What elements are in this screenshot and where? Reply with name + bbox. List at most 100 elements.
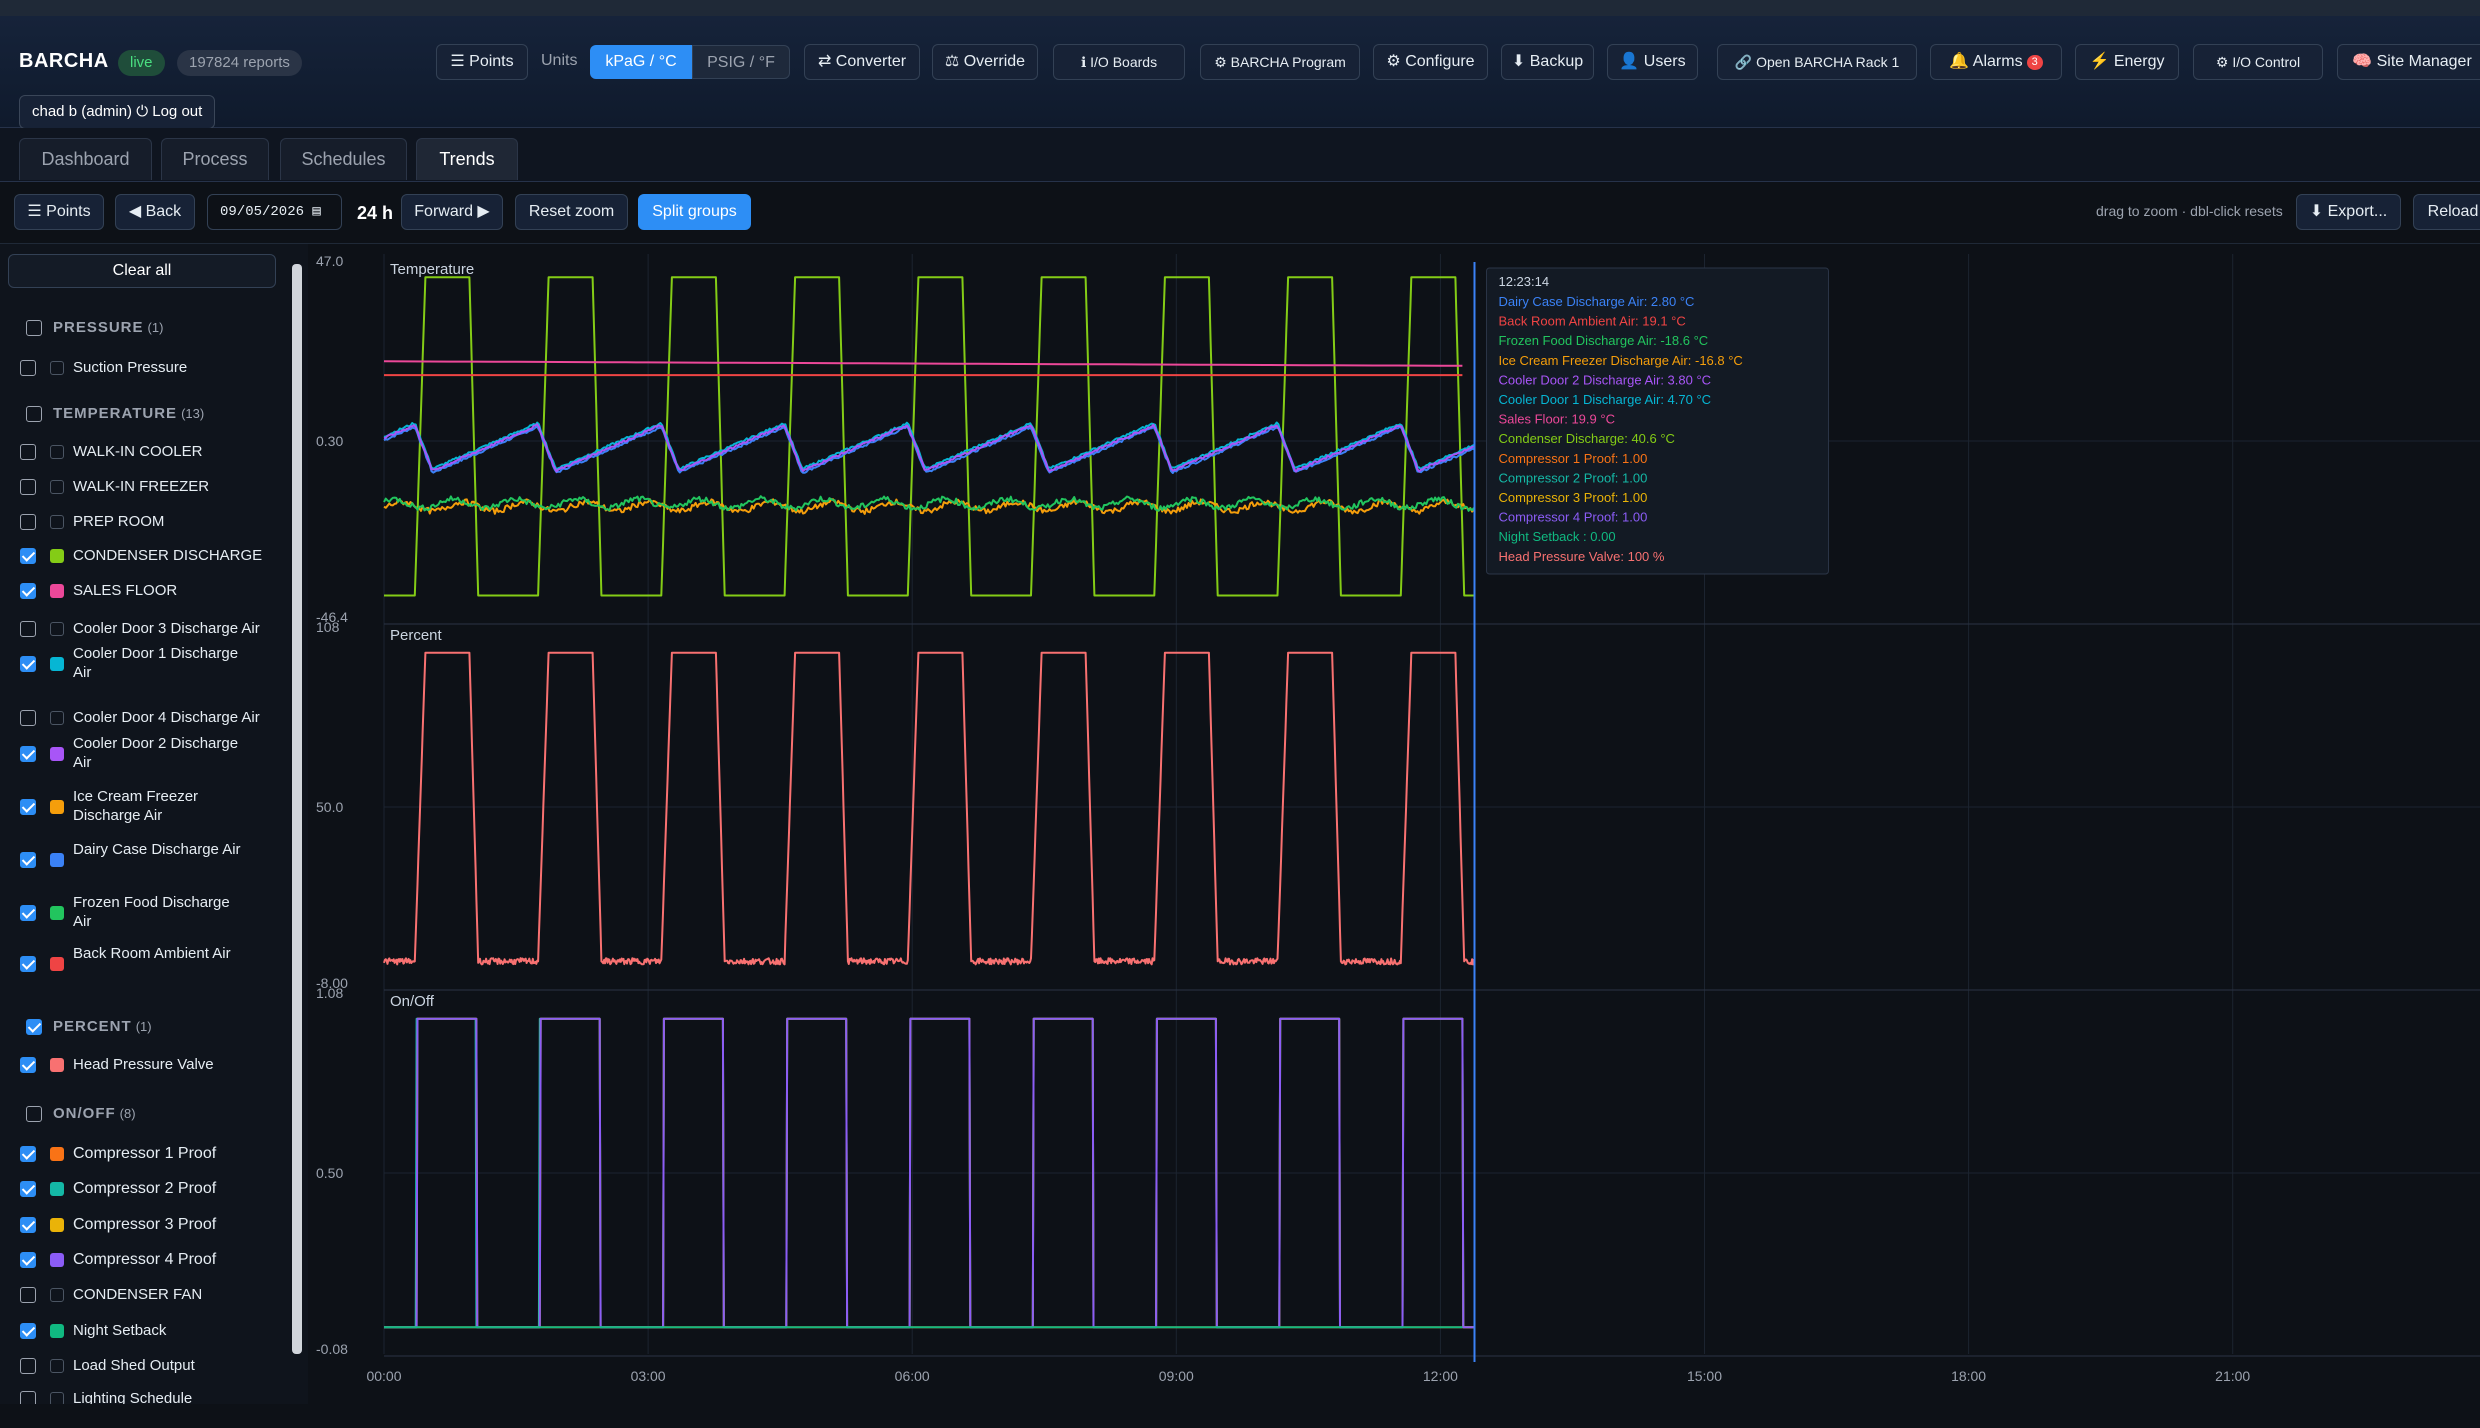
point-label: Ice Cream Freezer Discharge Air	[73, 788, 199, 824]
group-checkbox[interactable]	[26, 1106, 42, 1122]
point-label: CONDENSER FAN	[73, 1286, 203, 1303]
override-button[interactable]: ⚖ Override	[932, 44, 1038, 80]
point-label: Compressor 1 Proof	[73, 1145, 217, 1162]
units-kpag-toggle[interactable]: kPaG / °C	[590, 45, 692, 79]
panel-title: On/Off	[390, 993, 435, 1010]
scrollbar-thumb[interactable]	[292, 264, 302, 1354]
energy-button[interactable]: ⚡ Energy	[2075, 44, 2179, 80]
tab-schedules[interactable]: Schedules	[280, 138, 407, 180]
date-input[interactable]: 09/05/2026 ▤	[207, 194, 342, 230]
forward-button[interactable]: Forward ▶	[401, 194, 503, 230]
point-checkbox[interactable]	[20, 1391, 36, 1404]
converter-button[interactable]: ⇄ Converter	[804, 44, 920, 80]
tab-process[interactable]: Process	[161, 138, 269, 180]
point-checkbox[interactable]	[20, 905, 36, 921]
split-groups-button[interactable]: Split groups	[638, 194, 751, 230]
barcha-program-button[interactable]: ⚙ BARCHA Program	[1200, 44, 1360, 80]
point-label: Cooler Door 3 Discharge Air	[73, 620, 260, 637]
point-checkbox[interactable]	[20, 1323, 36, 1339]
clear-all-button[interactable]: Clear all	[8, 254, 276, 288]
series-color-swatch	[50, 480, 64, 494]
tooltip-row: Back Room Ambient Air: 19.1 °C	[1498, 314, 1685, 329]
point-label: Compressor 2 Proof	[73, 1180, 217, 1197]
point-checkbox[interactable]	[20, 799, 36, 815]
io-control-button[interactable]: ⚙ I/O Control	[2193, 44, 2323, 80]
point-checkbox[interactable]	[20, 514, 36, 530]
points-button[interactable]: ☰ Points	[436, 44, 528, 80]
x-tick-label: 12:00	[1423, 1368, 1458, 1384]
tooltip-row: Compressor 4 Proof: 1.00	[1498, 510, 1647, 525]
series-color-swatch	[50, 1288, 64, 1302]
point-checkbox[interactable]	[20, 656, 36, 672]
series-color-swatch	[50, 957, 64, 971]
export-button[interactable]: ⬇ Export...	[2296, 194, 2401, 230]
group-name: TEMPERATURE	[53, 405, 178, 422]
point-checkbox[interactable]	[20, 1217, 36, 1233]
point-label: Head Pressure Valve	[73, 1056, 214, 1073]
group-checkbox[interactable]	[26, 320, 42, 336]
point-checkbox[interactable]	[20, 746, 36, 762]
y-tick-label: 108	[316, 619, 340, 635]
reload-button[interactable]: Reload	[2413, 194, 2480, 230]
tooltip-row: Night Setback : 0.00	[1498, 529, 1615, 544]
point-label: Cooler Door 1 Discharge Air	[73, 645, 239, 681]
y-tick-label: 47.0	[316, 253, 343, 269]
series-color-swatch	[50, 1058, 64, 1072]
site-manager-button[interactable]: 🧠 Site Manager	[2337, 44, 2480, 80]
point-label: CONDENSER DISCHARGE	[73, 547, 263, 564]
x-tick-label: 00:00	[366, 1368, 401, 1384]
point-checkbox[interactable]	[20, 621, 36, 637]
backup-button[interactable]: ⬇ Backup	[1501, 44, 1594, 80]
group-name: ON/OFF	[53, 1105, 116, 1122]
point-checkbox[interactable]	[20, 444, 36, 460]
point-checkbox[interactable]	[20, 548, 36, 564]
point-checkbox[interactable]	[20, 1287, 36, 1303]
group-checkbox[interactable]	[26, 406, 42, 422]
trend-chart[interactable]: 00:00 03:00 06:00 09:00 12:00 15:00 18:00 21:00…	[308, 244, 2480, 1404]
group-checkbox[interactable]	[26, 1019, 42, 1035]
point-checkbox[interactable]	[20, 1146, 36, 1162]
point-label: Cooler Door 2 Discharge Air	[73, 735, 239, 771]
back-button[interactable]: ◀ Back	[115, 194, 195, 230]
series-color-swatch	[50, 1392, 64, 1404]
app-title: BARCHA	[19, 50, 109, 72]
units-psig-toggle[interactable]: PSIG / °F	[692, 45, 790, 79]
open-rack-button[interactable]: 🔗 Open BARCHA Rack 1	[1717, 44, 1917, 80]
series-color-swatch	[50, 1359, 64, 1373]
point-label: SALES FLOOR	[73, 582, 178, 599]
alarms-button[interactable]: 🔔 Alarms 3	[1930, 44, 2062, 80]
point-checkbox[interactable]	[20, 1181, 36, 1197]
reset-zoom-button[interactable]: Reset zoom	[515, 194, 628, 230]
point-checkbox[interactable]	[20, 1252, 36, 1268]
series-color-swatch	[50, 657, 64, 671]
tab-dashboard[interactable]: Dashboard	[19, 138, 152, 180]
point-checkbox[interactable]	[20, 710, 36, 726]
tooltip-row: Head Pressure Valve: 100 %	[1498, 549, 1664, 564]
users-button[interactable]: 👤 Users	[1607, 44, 1698, 80]
y-tick-label: 0.30	[316, 433, 343, 449]
time-span-label: 24 h	[357, 203, 394, 223]
point-checkbox[interactable]	[20, 852, 36, 868]
series-color-swatch	[50, 747, 64, 761]
point-checkbox[interactable]	[20, 479, 36, 495]
reports-count: 197824 reports	[177, 50, 302, 76]
app: BARCHA live 197824 reports chad b (admin…	[0, 0, 2480, 1428]
series-color-swatch	[50, 584, 64, 598]
user-logout-button[interactable]: chad b (admin) ⏻ Log out	[19, 95, 216, 129]
point-checkbox[interactable]	[20, 583, 36, 599]
point-checkbox[interactable]	[20, 956, 36, 972]
tooltip-time: 12:23:14	[1498, 274, 1549, 289]
tooltip-row: Compressor 2 Proof: 1.00	[1498, 470, 1647, 485]
point-label: Lighting Schedule	[73, 1390, 193, 1404]
series-color-swatch	[50, 622, 64, 636]
point-checkbox[interactable]	[20, 1057, 36, 1073]
series-color-swatch	[50, 1182, 64, 1196]
configure-button[interactable]: ⚙ Configure	[1373, 44, 1488, 80]
point-checkbox[interactable]	[20, 360, 36, 376]
series-color-swatch	[50, 853, 64, 867]
point-checkbox[interactable]	[20, 1358, 36, 1374]
tab-trends[interactable]: Trends	[416, 138, 518, 180]
points-toggle-button[interactable]: ☰ Points	[14, 194, 104, 230]
point-label: PREP ROOM	[73, 513, 165, 530]
io-boards-button[interactable]: ℹ I/O Boards	[1053, 44, 1185, 80]
